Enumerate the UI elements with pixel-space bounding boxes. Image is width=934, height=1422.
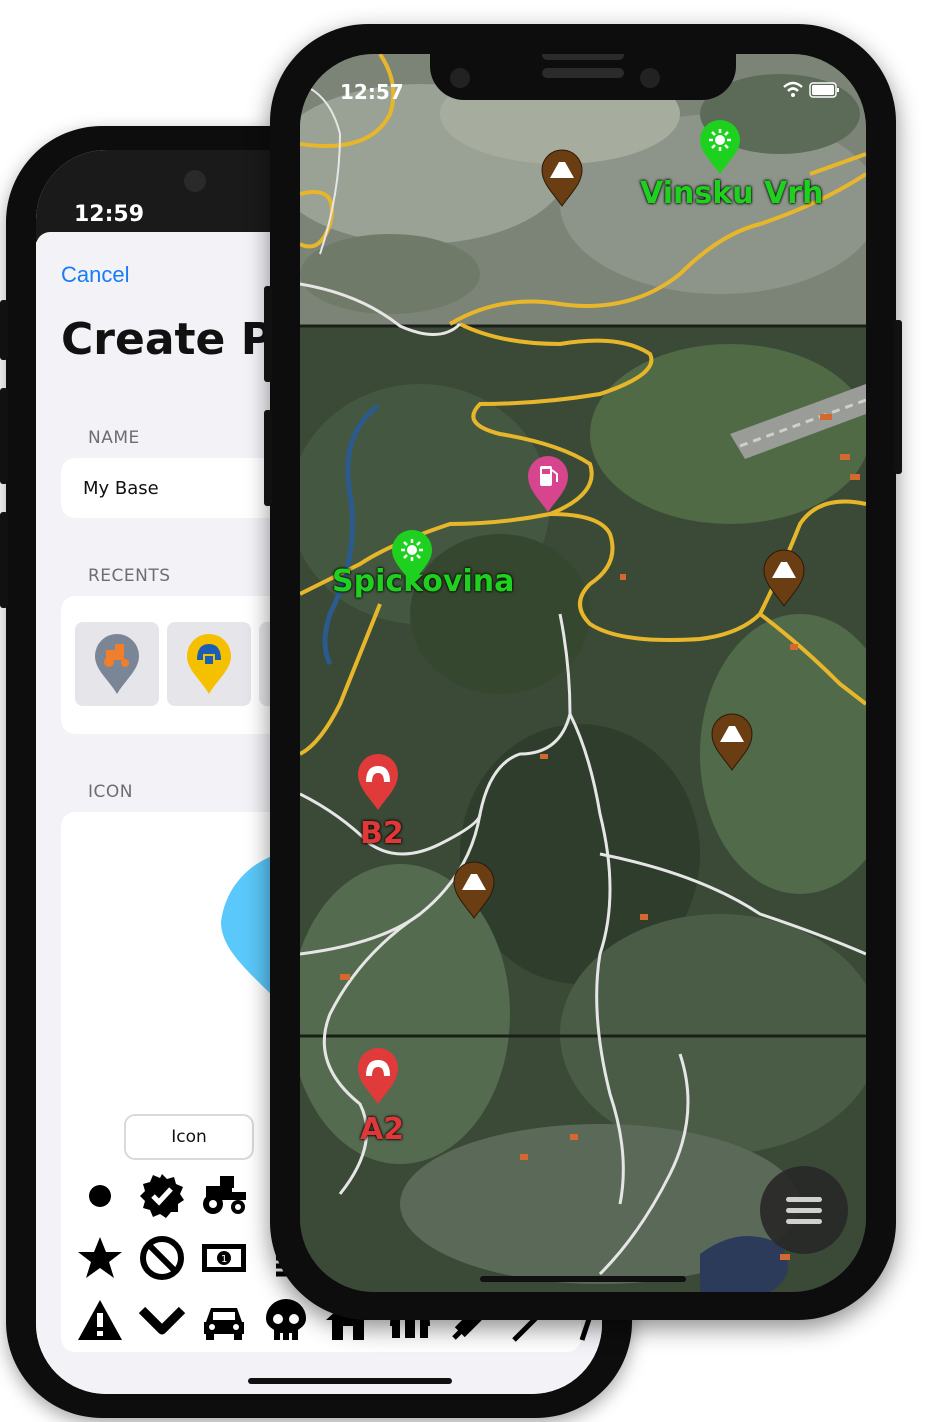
- volume-down-button: [264, 410, 272, 506]
- name-input[interactable]: My Base: [83, 478, 159, 499]
- sun-icon: [401, 539, 423, 561]
- status-time: 12:57: [340, 80, 404, 104]
- place-label-b2: B2: [360, 816, 404, 851]
- segment-icon-tab[interactable]: Icon: [126, 1116, 252, 1158]
- speaker-grille: [542, 54, 624, 60]
- recents-section-label: RECENTS: [88, 566, 171, 586]
- ban-icon[interactable]: [138, 1234, 186, 1282]
- home-indicator: [248, 1378, 452, 1384]
- notch: [430, 54, 736, 100]
- money-bill-icon[interactable]: 1: [200, 1234, 248, 1282]
- camp-pin[interactable]: [452, 860, 496, 920]
- icon-section-label: ICON: [88, 782, 133, 802]
- sun-icon: [709, 129, 731, 151]
- svg-text:1: 1: [221, 1254, 227, 1265]
- front-camera: [184, 170, 206, 192]
- helmet-icon: [187, 634, 231, 694]
- cancel-button[interactable]: Cancel: [61, 262, 129, 288]
- recent-pin-tractor[interactable]: [75, 622, 159, 706]
- front-camera: [450, 68, 470, 88]
- place-label-a2: A2: [360, 1112, 405, 1147]
- warning-icon[interactable]: [76, 1296, 124, 1344]
- settlement-pin[interactable]: [390, 528, 434, 586]
- volume-up-button: [0, 388, 8, 484]
- menu-bar: [786, 1197, 822, 1202]
- map-view[interactable]: Vinsku Vrh Spickovina B2 A2 12:57: [300, 54, 866, 1292]
- menu-bar: [786, 1219, 822, 1224]
- star-icon[interactable]: [76, 1234, 124, 1282]
- settlement-pin[interactable]: [698, 118, 742, 176]
- circle-icon[interactable]: [76, 1172, 124, 1220]
- tractor-icon: [95, 634, 139, 694]
- name-section-label: NAME: [88, 428, 140, 448]
- bunker-pin[interactable]: [356, 752, 400, 812]
- place-label-vinsku-vrh: Vinsku Vrh: [640, 176, 824, 211]
- satellite-map[interactable]: [300, 54, 866, 1292]
- car-icon[interactable]: [200, 1296, 248, 1344]
- home-indicator: [480, 1276, 686, 1282]
- hamburger-menu-icon[interactable]: [760, 1166, 848, 1254]
- status-time: 12:59: [74, 202, 145, 227]
- proximity-sensor: [640, 68, 660, 88]
- wifi-icon: [783, 81, 803, 97]
- speaker-grille: [542, 68, 624, 78]
- fuel-station-pin[interactable]: [526, 454, 570, 514]
- chevron-down-icon[interactable]: [138, 1296, 186, 1344]
- mute-switch: [0, 300, 8, 360]
- front-phone-frame: Vinsku Vrh Spickovina B2 A2 12:57: [264, 24, 902, 1320]
- camp-pin[interactable]: [710, 712, 754, 772]
- power-button: [894, 320, 902, 474]
- page-title: Create Pi: [61, 314, 289, 365]
- recent-pin-helmet[interactable]: [167, 622, 251, 706]
- camp-pin[interactable]: [762, 548, 806, 608]
- status-icons: [783, 81, 839, 98]
- bunker-pin[interactable]: [356, 1046, 400, 1106]
- skull-icon[interactable]: [262, 1296, 310, 1344]
- camp-pin[interactable]: [540, 148, 584, 208]
- volume-down-button: [0, 512, 8, 608]
- badge-check-icon[interactable]: [138, 1172, 186, 1220]
- menu-bar: [786, 1208, 822, 1213]
- battery-icon: [809, 82, 839, 98]
- tractor-icon[interactable]: [200, 1172, 248, 1220]
- volume-up-button: [264, 286, 272, 382]
